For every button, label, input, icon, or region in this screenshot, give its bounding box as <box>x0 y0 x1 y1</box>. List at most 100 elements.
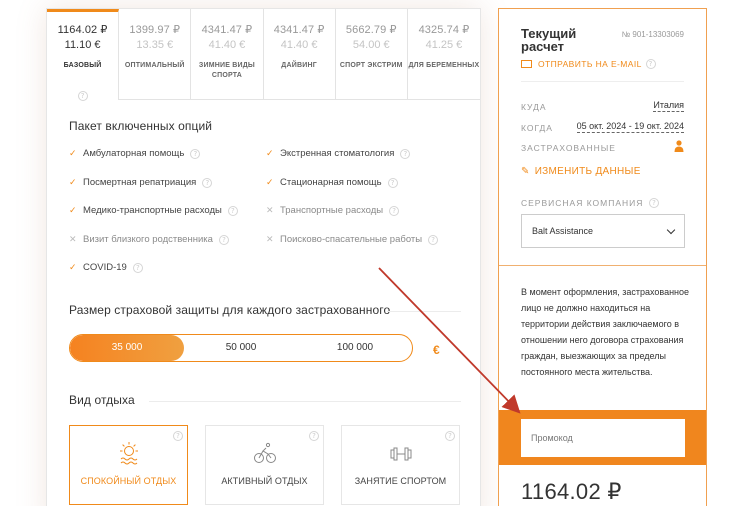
coverage-selector: 35 000 50 000 100 000 <box>69 334 413 362</box>
plan-tabs: 1164.02 ₽ 11.10 € БАЗОВЫЙ ? 1399.97 ₽ 13… <box>47 9 481 101</box>
dates-value[interactable]: 05 окт. 2024 - 19 окт. 2024 <box>576 121 684 133</box>
option-label: Посмертная репатриация <box>83 177 197 188</box>
options-title: Пакет включенных опций <box>69 119 213 133</box>
residence-notice: В момент оформления, застрахованное лицо… <box>521 287 690 377</box>
plan-price-rub: 1399.97 ₽ <box>129 24 181 36</box>
plan-tab-pregnant[interactable]: 4325.74 ₽ 41.25 € ДЛЯ БЕРЕМЕННЫХ <box>407 9 481 100</box>
plan-price-eur: 13.35 € <box>136 39 174 51</box>
info-icon[interactable]: ? <box>389 205 400 216</box>
calculation-number: № 901-13303069 <box>621 30 684 39</box>
destination-label: КУДА <box>521 102 547 112</box>
plan-name: ЗИМНИЕ ВИДЫ СПОРТА <box>198 62 255 79</box>
plan-price-rub: 4341.47 ₽ <box>201 24 253 36</box>
option-rescue: ✕ Поисково-спасательные работы ? <box>266 234 439 245</box>
destination-value[interactable]: Италия <box>653 100 684 112</box>
rest-option-label: АКТИВНЫЙ ОТДЫХ <box>221 476 308 486</box>
option-dental: ✓ Экстренная стоматология ? <box>266 148 411 159</box>
dumbbell-icon <box>390 447 411 461</box>
option-inpatient: ✓ Стационарная помощь ? <box>266 177 398 188</box>
check-icon: ✓ <box>69 177 77 187</box>
info-icon[interactable]: ? <box>202 177 213 188</box>
option-label: Экстренная стоматология <box>280 148 395 159</box>
edit-data-label: ИЗМЕНИТЬ ДАННЫЕ <box>534 166 641 177</box>
service-company-select[interactable]: Balt Assistance <box>521 214 685 248</box>
rest-option-label: ЗАНЯТИЕ СПОРТОМ <box>354 476 447 486</box>
plan-price-rub: 4341.47 ₽ <box>273 24 325 36</box>
envelope-icon <box>521 60 532 68</box>
dates-label: КОГДА <box>521 123 553 133</box>
service-company-label: СЕРВИСНАЯ КОМПАНИЯ ? <box>521 198 660 208</box>
plan-name: ДЛЯ БЕРЕМЕННЫХ <box>408 62 480 69</box>
plan-tab-optimal[interactable]: 1399.97 ₽ 13.35 € ОПТИМАЛЬНЫЙ <box>119 9 192 100</box>
info-icon[interactable]: ? <box>227 205 238 216</box>
info-icon[interactable]: ? <box>309 431 319 441</box>
promo-band <box>499 410 706 465</box>
info-icon[interactable]: ? <box>387 177 398 188</box>
plan-price-rub: 4325.74 ₽ <box>418 24 470 36</box>
edit-data-link[interactable]: ✎ ИЗМЕНИТЬ ДАННЫЕ <box>521 166 641 177</box>
cross-icon: ✕ <box>266 234 274 244</box>
plan-tab-basic[interactable]: 1164.02 ₽ 11.10 € БАЗОВЫЙ ? <box>47 9 120 101</box>
option-label: Визит близкого родственника <box>83 234 213 245</box>
option-ambulatory: ✓ Амбулаторная помощь ? <box>69 148 201 159</box>
chevron-down-icon <box>666 225 676 234</box>
option-repatriation: ✓ Посмертная репатриация ? <box>69 177 213 188</box>
plan-tab-extreme[interactable]: 5662.79 ₽ 54.00 € СПОРТ ЭКСТРИМ <box>335 9 408 100</box>
current-calculation-panel: Текущий расчет № 901-13303069 ОТПРАВИТЬ … <box>498 8 707 506</box>
divider <box>149 401 461 402</box>
sun-icon <box>119 442 138 465</box>
info-icon[interactable]: ? <box>77 91 88 101</box>
coverage-title: Размер страховой защиты для каждого заст… <box>69 303 391 317</box>
info-icon[interactable]: ? <box>218 234 229 245</box>
rest-option-active[interactable]: ? АКТИВНЫЙ ОТДЫХ <box>205 425 324 505</box>
coverage-option-35000[interactable]: 35 000 <box>70 335 184 361</box>
plan-name: БАЗОВЫЙ <box>63 62 102 69</box>
plan-tab-winter-sports[interactable]: 4341.47 ₽ 41.40 € ЗИМНИЕ ВИДЫ СПОРТА <box>191 9 264 100</box>
rest-option-sport[interactable]: ? ЗАНЯТИЕ СПОРТОМ <box>341 425 460 505</box>
service-company-value: Balt Assistance <box>532 226 594 236</box>
person-icon[interactable] <box>674 140 684 152</box>
divider <box>521 81 684 82</box>
option-medical-transport: ✓ Медико-транспортные расходы ? <box>69 205 238 216</box>
rest-option-calm[interactable]: ? СПОКОЙНЫЙ ОТДЫХ <box>69 425 188 505</box>
option-label: Стационарная помощь <box>280 177 382 188</box>
option-label: Амбулаторная помощь <box>83 148 185 159</box>
plan-price-eur: 41.40 € <box>208 39 246 51</box>
option-transport: ✕ Транспортные расходы ? <box>266 205 400 216</box>
divider <box>387 311 461 312</box>
plan-price-rub: 5662.79 ₽ <box>345 24 397 36</box>
coverage-option-50000[interactable]: 50 000 <box>184 335 298 361</box>
info-icon[interactable]: ? <box>445 431 455 441</box>
service-company-text: СЕРВИСНАЯ КОМПАНИЯ <box>521 198 644 208</box>
plan-price-eur: 41.25 € <box>425 39 463 51</box>
check-icon: ✓ <box>69 262 77 272</box>
plan-tab-diving[interactable]: 4341.47 ₽ 41.40 € ДАЙВИНГ <box>263 9 336 100</box>
send-email-link[interactable]: ОТПРАВИТЬ НА E-MAIL ? <box>521 59 656 69</box>
calculation-title: Текущий расчет <box>521 26 577 54</box>
info-icon[interactable]: ? <box>173 431 183 441</box>
send-email-label: ОТПРАВИТЬ НА E-MAIL <box>538 59 642 69</box>
divider <box>499 265 706 266</box>
check-icon: ✓ <box>266 148 274 158</box>
tariff-panel: 1164.02 ₽ 11.10 € БАЗОВЫЙ ? 1399.97 ₽ 13… <box>46 8 481 506</box>
info-icon[interactable]: ? <box>649 198 660 208</box>
currency-toggle-eur[interactable]: € <box>433 343 440 357</box>
plan-name: СПОРТ ЭКСТРИМ <box>339 62 403 69</box>
pencil-icon: ✎ <box>521 166 530 177</box>
promo-code-input[interactable] <box>521 419 685 457</box>
plan-price-eur: 41.40 € <box>280 39 318 51</box>
insured-label: ЗАСТРАХОВАННЫЕ <box>521 143 616 153</box>
info-icon[interactable]: ? <box>132 262 143 273</box>
plan-price-rub: 1164.02 ₽ <box>57 24 108 36</box>
info-icon[interactable]: ? <box>190 148 201 159</box>
info-icon[interactable]: ? <box>428 234 439 245</box>
check-icon: ✓ <box>69 205 77 215</box>
info-icon[interactable]: ? <box>645 59 656 69</box>
check-icon: ✓ <box>266 177 274 187</box>
cross-icon: ✕ <box>69 234 77 244</box>
info-icon[interactable]: ? <box>400 148 411 159</box>
plan-price-eur: 11.10 € <box>64 39 101 51</box>
plan-price-eur: 54.00 € <box>352 39 390 51</box>
total-price: 1164.02 ₽ <box>521 479 622 504</box>
coverage-option-100000[interactable]: 100 000 <box>298 335 412 361</box>
